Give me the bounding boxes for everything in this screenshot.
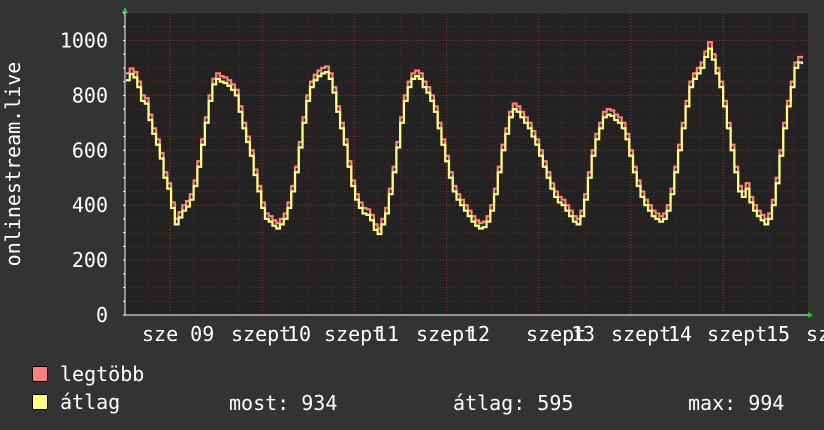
stat-current: most: 934 [229, 391, 338, 415]
y-tick-label: 0 [96, 303, 108, 327]
x-tick-label: 14 [668, 322, 692, 346]
legend-label-legtobb: legtöbb [60, 362, 145, 386]
x-tick-label: 11 [375, 322, 399, 346]
x-tick-label: sze [806, 322, 824, 346]
legend-item-atlag: átlag [32, 390, 121, 414]
legend-item-legtobb: legtöbb [32, 362, 145, 386]
x-tick-label: szept [231, 322, 291, 346]
x-tick-label: szept [611, 322, 671, 346]
x-tick-label: szept [707, 322, 767, 346]
stat-average: átlag: 595 [453, 391, 574, 415]
y-tick-label: 1000 [60, 28, 108, 52]
y-axis-label: onlinestream.live [1, 62, 25, 267]
x-tick-label: 10 [287, 322, 311, 346]
x-tick-label: 15 [766, 322, 790, 346]
y-tick-label: 800 [72, 83, 108, 107]
x-axis-arrow [808, 312, 813, 318]
stat-max: max: 994 [688, 391, 785, 415]
x-tick-label: 13 [571, 322, 595, 346]
y-tick-label: 200 [72, 248, 108, 272]
legend-swatch-atlag [32, 394, 48, 410]
y-tick-label: 400 [72, 193, 108, 217]
y-tick-label: 600 [72, 138, 108, 162]
x-tick-label: sze 09 [142, 322, 214, 346]
legend-swatch-legtobb [32, 366, 48, 382]
legend-label-atlag: átlag [60, 390, 121, 414]
x-tick-label: 12 [466, 322, 490, 346]
y-axis-arrow [122, 7, 128, 13]
